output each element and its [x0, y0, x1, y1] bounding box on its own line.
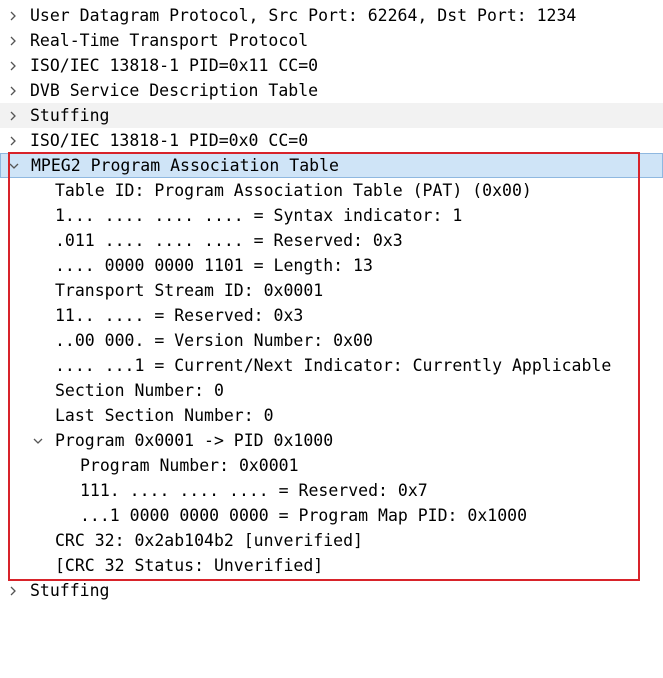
- tree-row-label: DVB Service Description Table: [30, 81, 319, 100]
- tree-row-current-next-indicator[interactable]: .... ...1 = Current/Next Indicator: Curr…: [0, 353, 663, 378]
- tree-row-program-number[interactable]: Program Number: 0x0001: [0, 453, 663, 478]
- tree-row-rtp[interactable]: Real-Time Transport Protocol: [0, 28, 663, 53]
- tree-row-stuffing[interactable]: Stuffing: [0, 103, 663, 128]
- tree-row-label: CRC 32: 0x2ab104b2 [unverified]: [55, 531, 363, 550]
- tree-row-udp[interactable]: User Datagram Protocol, Src Port: 62264,…: [0, 3, 663, 28]
- tree-row-label: Stuffing: [30, 581, 110, 600]
- tree-row-crc32[interactable]: CRC 32: 0x2ab104b2 [unverified]: [0, 528, 663, 553]
- tree-row-label: Program Number: 0x0001: [80, 456, 299, 475]
- tree-row-version-number[interactable]: ..00 000. = Version Number: 0x00: [0, 328, 663, 353]
- tree-row-label: User Datagram Protocol, Src Port: 62264,…: [30, 6, 577, 25]
- chevron-down-icon[interactable]: [7, 154, 21, 177]
- tree-row-ts-pid-0x11[interactable]: ISO/IEC 13818-1 PID=0x11 CC=0: [0, 53, 663, 78]
- tree-row-label: ...1 0000 0000 0000 = Program Map PID: 0…: [80, 506, 528, 525]
- tree-row-label: Table ID: Program Association Table (PAT…: [55, 181, 532, 200]
- chevron-right-icon[interactable]: [6, 78, 20, 103]
- tree-row-label: MPEG2 Program Association Table: [31, 156, 339, 175]
- chevron-right-icon[interactable]: [6, 578, 20, 603]
- chevron-down-icon[interactable]: [31, 428, 45, 453]
- tree-row-section-number[interactable]: Section Number: 0: [0, 378, 663, 403]
- chevron-right-icon[interactable]: [6, 128, 20, 153]
- tree-row-program-map-pid[interactable]: ...1 0000 0000 0000 = Program Map PID: 0…: [0, 503, 663, 528]
- tree-row-label: ISO/IEC 13818-1 PID=0x0 CC=0: [30, 131, 309, 150]
- tree-row-reserved-1[interactable]: .011 .... .... .... = Reserved: 0x3: [0, 228, 663, 253]
- tree-row-label: .... 0000 0000 1101 = Length: 13: [55, 256, 373, 275]
- tree-row-label: Stuffing: [30, 106, 110, 125]
- tree-row-label: Program 0x0001 -> PID 0x1000: [55, 431, 334, 450]
- chevron-right-icon[interactable]: [6, 53, 20, 78]
- tree-row-table-id[interactable]: Table ID: Program Association Table (PAT…: [0, 178, 663, 203]
- tree-row-dvb-sdt[interactable]: DVB Service Description Table: [0, 78, 663, 103]
- tree-row-label: Last Section Number: 0: [55, 406, 274, 425]
- tree-row-label: ..00 000. = Version Number: 0x00: [55, 331, 373, 350]
- tree-row-label: 111. .... .... .... = Reserved: 0x7: [80, 481, 428, 500]
- tree-row-ts-pid-0x0[interactable]: ISO/IEC 13818-1 PID=0x0 CC=0: [0, 128, 663, 153]
- packet-details-tree: User Datagram Protocol, Src Port: 62264,…: [0, 3, 663, 603]
- tree-row-crc32-status[interactable]: [CRC 32 Status: Unverified]: [0, 553, 663, 578]
- tree-row-label: .011 .... .... .... = Reserved: 0x3: [55, 231, 403, 250]
- tree-row-label: Section Number: 0: [55, 381, 224, 400]
- tree-row-label: .... ...1 = Current/Next Indicator: Curr…: [55, 356, 612, 375]
- tree-row-mpeg2-pat[interactable]: MPEG2 Program Association Table: [0, 153, 663, 178]
- tree-row-reserved-2[interactable]: 11.. .... = Reserved: 0x3: [0, 303, 663, 328]
- chevron-right-icon[interactable]: [6, 3, 20, 28]
- tree-row-label: Real-Time Transport Protocol: [30, 31, 309, 50]
- tree-row-label: 11.. .... = Reserved: 0x3: [55, 306, 304, 325]
- tree-row-label: [CRC 32 Status: Unverified]: [55, 556, 324, 575]
- tree-row-transport-stream-id[interactable]: Transport Stream ID: 0x0001: [0, 278, 663, 303]
- tree-row-label: ISO/IEC 13818-1 PID=0x11 CC=0: [30, 56, 319, 75]
- chevron-right-icon[interactable]: [6, 103, 20, 128]
- tree-row-label: Transport Stream ID: 0x0001: [55, 281, 324, 300]
- tree-row-last-section-number[interactable]: Last Section Number: 0: [0, 403, 663, 428]
- tree-row-program[interactable]: Program 0x0001 -> PID 0x1000: [0, 428, 663, 453]
- tree-row-reserved-3[interactable]: 111. .... .... .... = Reserved: 0x7: [0, 478, 663, 503]
- chevron-right-icon[interactable]: [6, 28, 20, 53]
- tree-row-stuffing-2[interactable]: Stuffing: [0, 578, 663, 603]
- tree-row-label: 1... .... .... .... = Syntax indicator: …: [55, 206, 463, 225]
- tree-row-length[interactable]: .... 0000 0000 1101 = Length: 13: [0, 253, 663, 278]
- tree-row-syntax-indicator[interactable]: 1... .... .... .... = Syntax indicator: …: [0, 203, 663, 228]
